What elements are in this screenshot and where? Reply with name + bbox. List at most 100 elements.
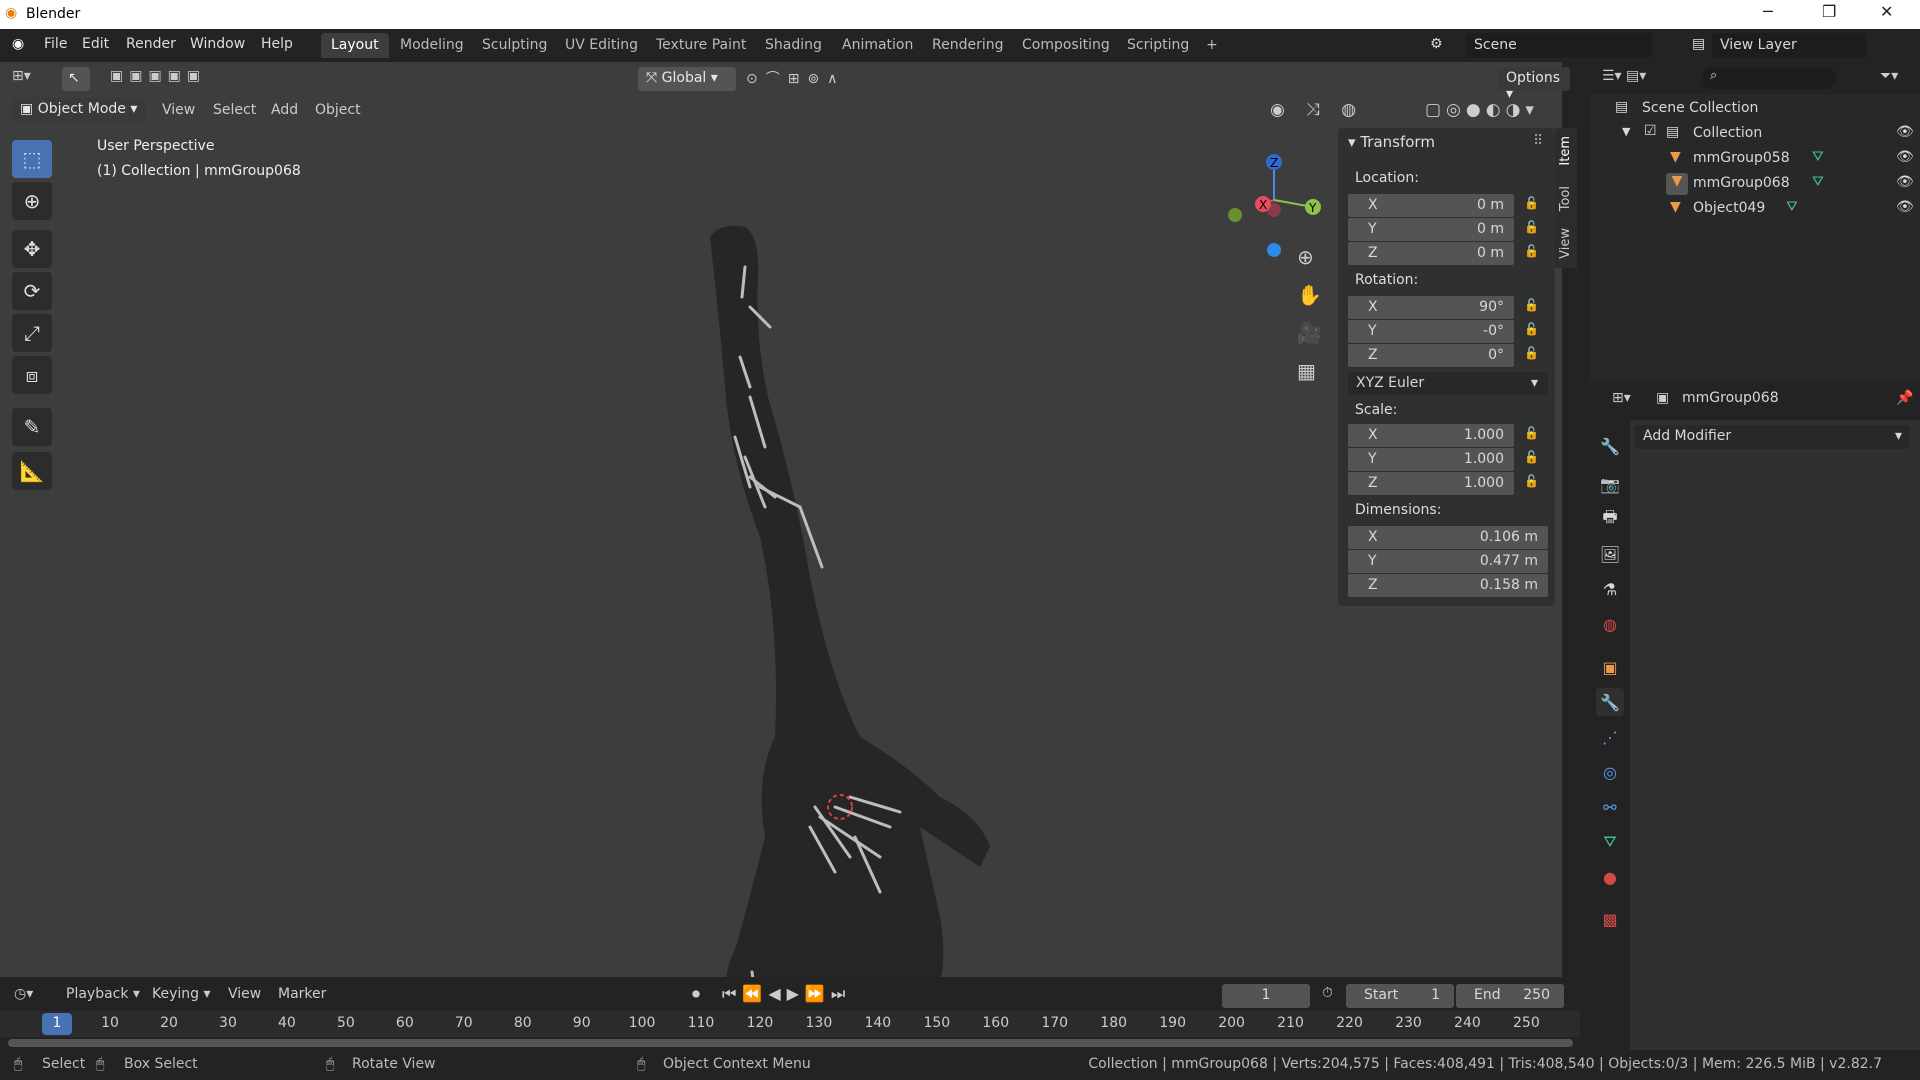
3d-viewport[interactable]: ⊞▾ ↖ ▣▣▣▣▣ ⤧ Global ▾ ⊙⌒⊞⊚∧ Options ▾ ▣ … [0,62,1570,1029]
material-tab-icon[interactable]: ● [1596,863,1624,891]
view-layer-selector[interactable]: View Layer [1712,33,1867,58]
display-mode-icon[interactable]: ☰▾ ▤▾ [1602,68,1646,84]
drag-handle-icon[interactable]: ⠿ [1533,133,1543,149]
select-tool-icon[interactable]: ↖ [62,67,90,91]
editor-type-icon[interactable]: ⊞▾ [1612,390,1631,406]
transform-orientation-dropdown[interactable]: ⤧ Global ▾ [638,67,736,91]
tab-texture-paint[interactable]: Texture Paint [646,33,756,58]
lock-icon[interactable]: 🔓 [1524,220,1539,234]
menu-render[interactable]: Render [126,36,176,52]
tab-compositing[interactable]: Compositing [1012,33,1120,58]
tab-layout[interactable]: Layout [321,33,389,58]
eye-icon[interactable]: 👁 [1896,149,1914,165]
outliner-item[interactable]: ▼ mmGroup058 ⛛ 👁 [1590,147,1920,172]
view-layer-icon[interactable]: ▤ [1692,36,1705,52]
cursor-tool[interactable]: ⊕ [12,182,52,220]
pivot-snap-proportional-icons[interactable]: ⊙⌒⊞⊚∧ [746,68,845,88]
lock-icon[interactable]: 🔓 [1524,450,1539,464]
outliner-item-active[interactable]: ▼ mmGroup068 ⛛ 👁 [1590,172,1920,197]
menu-keying[interactable]: Keying ▾ [152,986,211,1002]
modifier-tab-icon[interactable]: 🔧 [1596,688,1624,716]
close-button[interactable]: ✕ [1880,2,1893,21]
menu-object[interactable]: Object [315,102,361,118]
rotation-z-field[interactable]: Z 0° [1348,344,1514,367]
maximize-button[interactable]: ❐ [1822,2,1836,21]
tab-item[interactable]: Item [1558,136,1573,166]
outliner-collection[interactable]: ▼ ☑ ▤ Collection 👁 [1590,122,1920,147]
rotation-mode-dropdown[interactable]: XYZ Euler ▾ [1348,372,1548,395]
tab-shading[interactable]: Shading [755,33,832,58]
record-icon[interactable]: ⏺ [692,984,700,1004]
dimensions-y-field[interactable]: Y 0.477 m [1348,550,1548,573]
menu-view[interactable]: View [162,102,195,118]
end-frame-field[interactable]: End 250 [1456,984,1564,1008]
filter-icon[interactable]: ⏷▾ [1880,68,1898,84]
rotation-y-field[interactable]: Y -0° [1348,320,1514,343]
outliner-scene-collection[interactable]: ▤ Scene Collection [1590,97,1920,122]
pin-icon[interactable]: 📌 [1896,390,1913,406]
mesh-data-icon[interactable]: ⛛ [1786,199,1798,215]
menu-edit[interactable]: Edit [82,36,109,52]
tab-modeling[interactable]: Modeling [390,33,474,58]
pan-hand-icon[interactable]: ✋ [1297,283,1322,307]
scale-x-field[interactable]: X 1.000 [1348,424,1514,447]
location-y-field[interactable]: Y 0 m [1348,218,1514,241]
menu-marker[interactable]: Marker [278,986,326,1002]
transform-header[interactable]: ▾ Transform [1348,133,1435,151]
scale-tool[interactable]: ⤢ [12,314,52,352]
location-x-field[interactable]: X 0 m [1348,194,1514,217]
render-tab-icon[interactable]: 📷 [1596,470,1624,498]
lock-icon[interactable]: 🔓 [1524,298,1539,312]
annotate-tool[interactable]: ✎ [12,408,52,446]
visibility-gizmo-overlay-icons[interactable]: ◉ ⤨ ◍ [1270,100,1364,120]
blender-menu-icon[interactable]: ◉ [12,36,24,52]
transform-tool[interactable]: ⧈ [12,356,52,394]
menu-view[interactable]: View [228,986,261,1002]
eye-icon[interactable]: 👁 [1896,199,1914,215]
options-dropdown[interactable]: Options ▾ [1498,67,1570,102]
add-modifier-dropdown[interactable]: Add Modifier ▾ [1634,425,1910,449]
lock-icon[interactable]: 🔓 [1524,196,1539,210]
location-z-field[interactable]: Z 0 m [1348,242,1514,265]
editor-type-icon[interactable]: ◷▾ [14,986,33,1002]
dimensions-x-field[interactable]: X 0.106 m [1348,526,1548,549]
editor-type-icon[interactable]: ⊞▾ [12,68,31,84]
object-tab-icon[interactable]: ▣ [1596,653,1624,681]
timeline-scrollbar[interactable] [8,1039,1573,1047]
dimensions-z-field[interactable]: Z 0.158 m [1348,574,1548,597]
tab-rendering[interactable]: Rendering [922,33,1014,58]
measure-tool[interactable]: 📐 [12,452,52,490]
shading-mode-icons[interactable]: ▢◎●◐◑▾ [1425,100,1539,120]
menu-file[interactable]: File [44,36,67,52]
particles-tab-icon[interactable]: ⋰ [1596,723,1624,751]
stopwatch-icon[interactable]: ⏱ [1322,985,1333,1001]
tool-tab-icon[interactable]: 🔧 [1596,432,1624,460]
scene-tab-icon[interactable]: ⚗ [1596,575,1624,603]
grid-perspective-icon[interactable]: ▦ [1297,359,1316,383]
lock-icon[interactable]: 🔓 [1524,322,1539,336]
output-tab-icon[interactable]: 🖶 [1596,505,1624,533]
scale-y-field[interactable]: Y 1.000 [1348,448,1514,471]
scene-icon[interactable]: ⚙ [1430,36,1443,52]
constraints-tab-icon[interactable]: ⚯ [1596,793,1624,821]
world-tab-icon[interactable]: ◍ [1596,610,1624,638]
checkbox-icon[interactable]: ☑ [1644,123,1657,139]
physics-tab-icon[interactable]: ◎ [1596,758,1624,786]
tab-view[interactable]: View [1558,228,1573,259]
rotate-tool[interactable]: ⟳ [12,272,52,310]
move-tool[interactable]: ✥ [12,230,52,268]
eye-icon[interactable]: 👁 [1896,174,1914,190]
texture-tab-icon[interactable]: ▩ [1596,905,1624,933]
menu-help[interactable]: Help [261,36,293,52]
tab-sculpting[interactable]: Sculpting [472,33,557,58]
lock-icon[interactable]: 🔓 [1524,244,1539,258]
scene-selector[interactable]: Scene [1466,33,1652,58]
current-frame-field[interactable]: 1 [1222,984,1310,1008]
mesh-data-tab-icon[interactable]: ⛛ [1596,828,1624,856]
lock-icon[interactable]: 🔓 [1524,346,1539,360]
add-workspace-button[interactable]: + [1196,33,1228,58]
tab-tool[interactable]: Tool [1558,186,1573,211]
start-frame-field[interactable]: Start 1 [1346,984,1454,1008]
camera-icon[interactable]: 🎥 [1297,321,1322,345]
outliner-item[interactable]: ▼ Object049 ⛛ 👁 [1590,197,1920,222]
